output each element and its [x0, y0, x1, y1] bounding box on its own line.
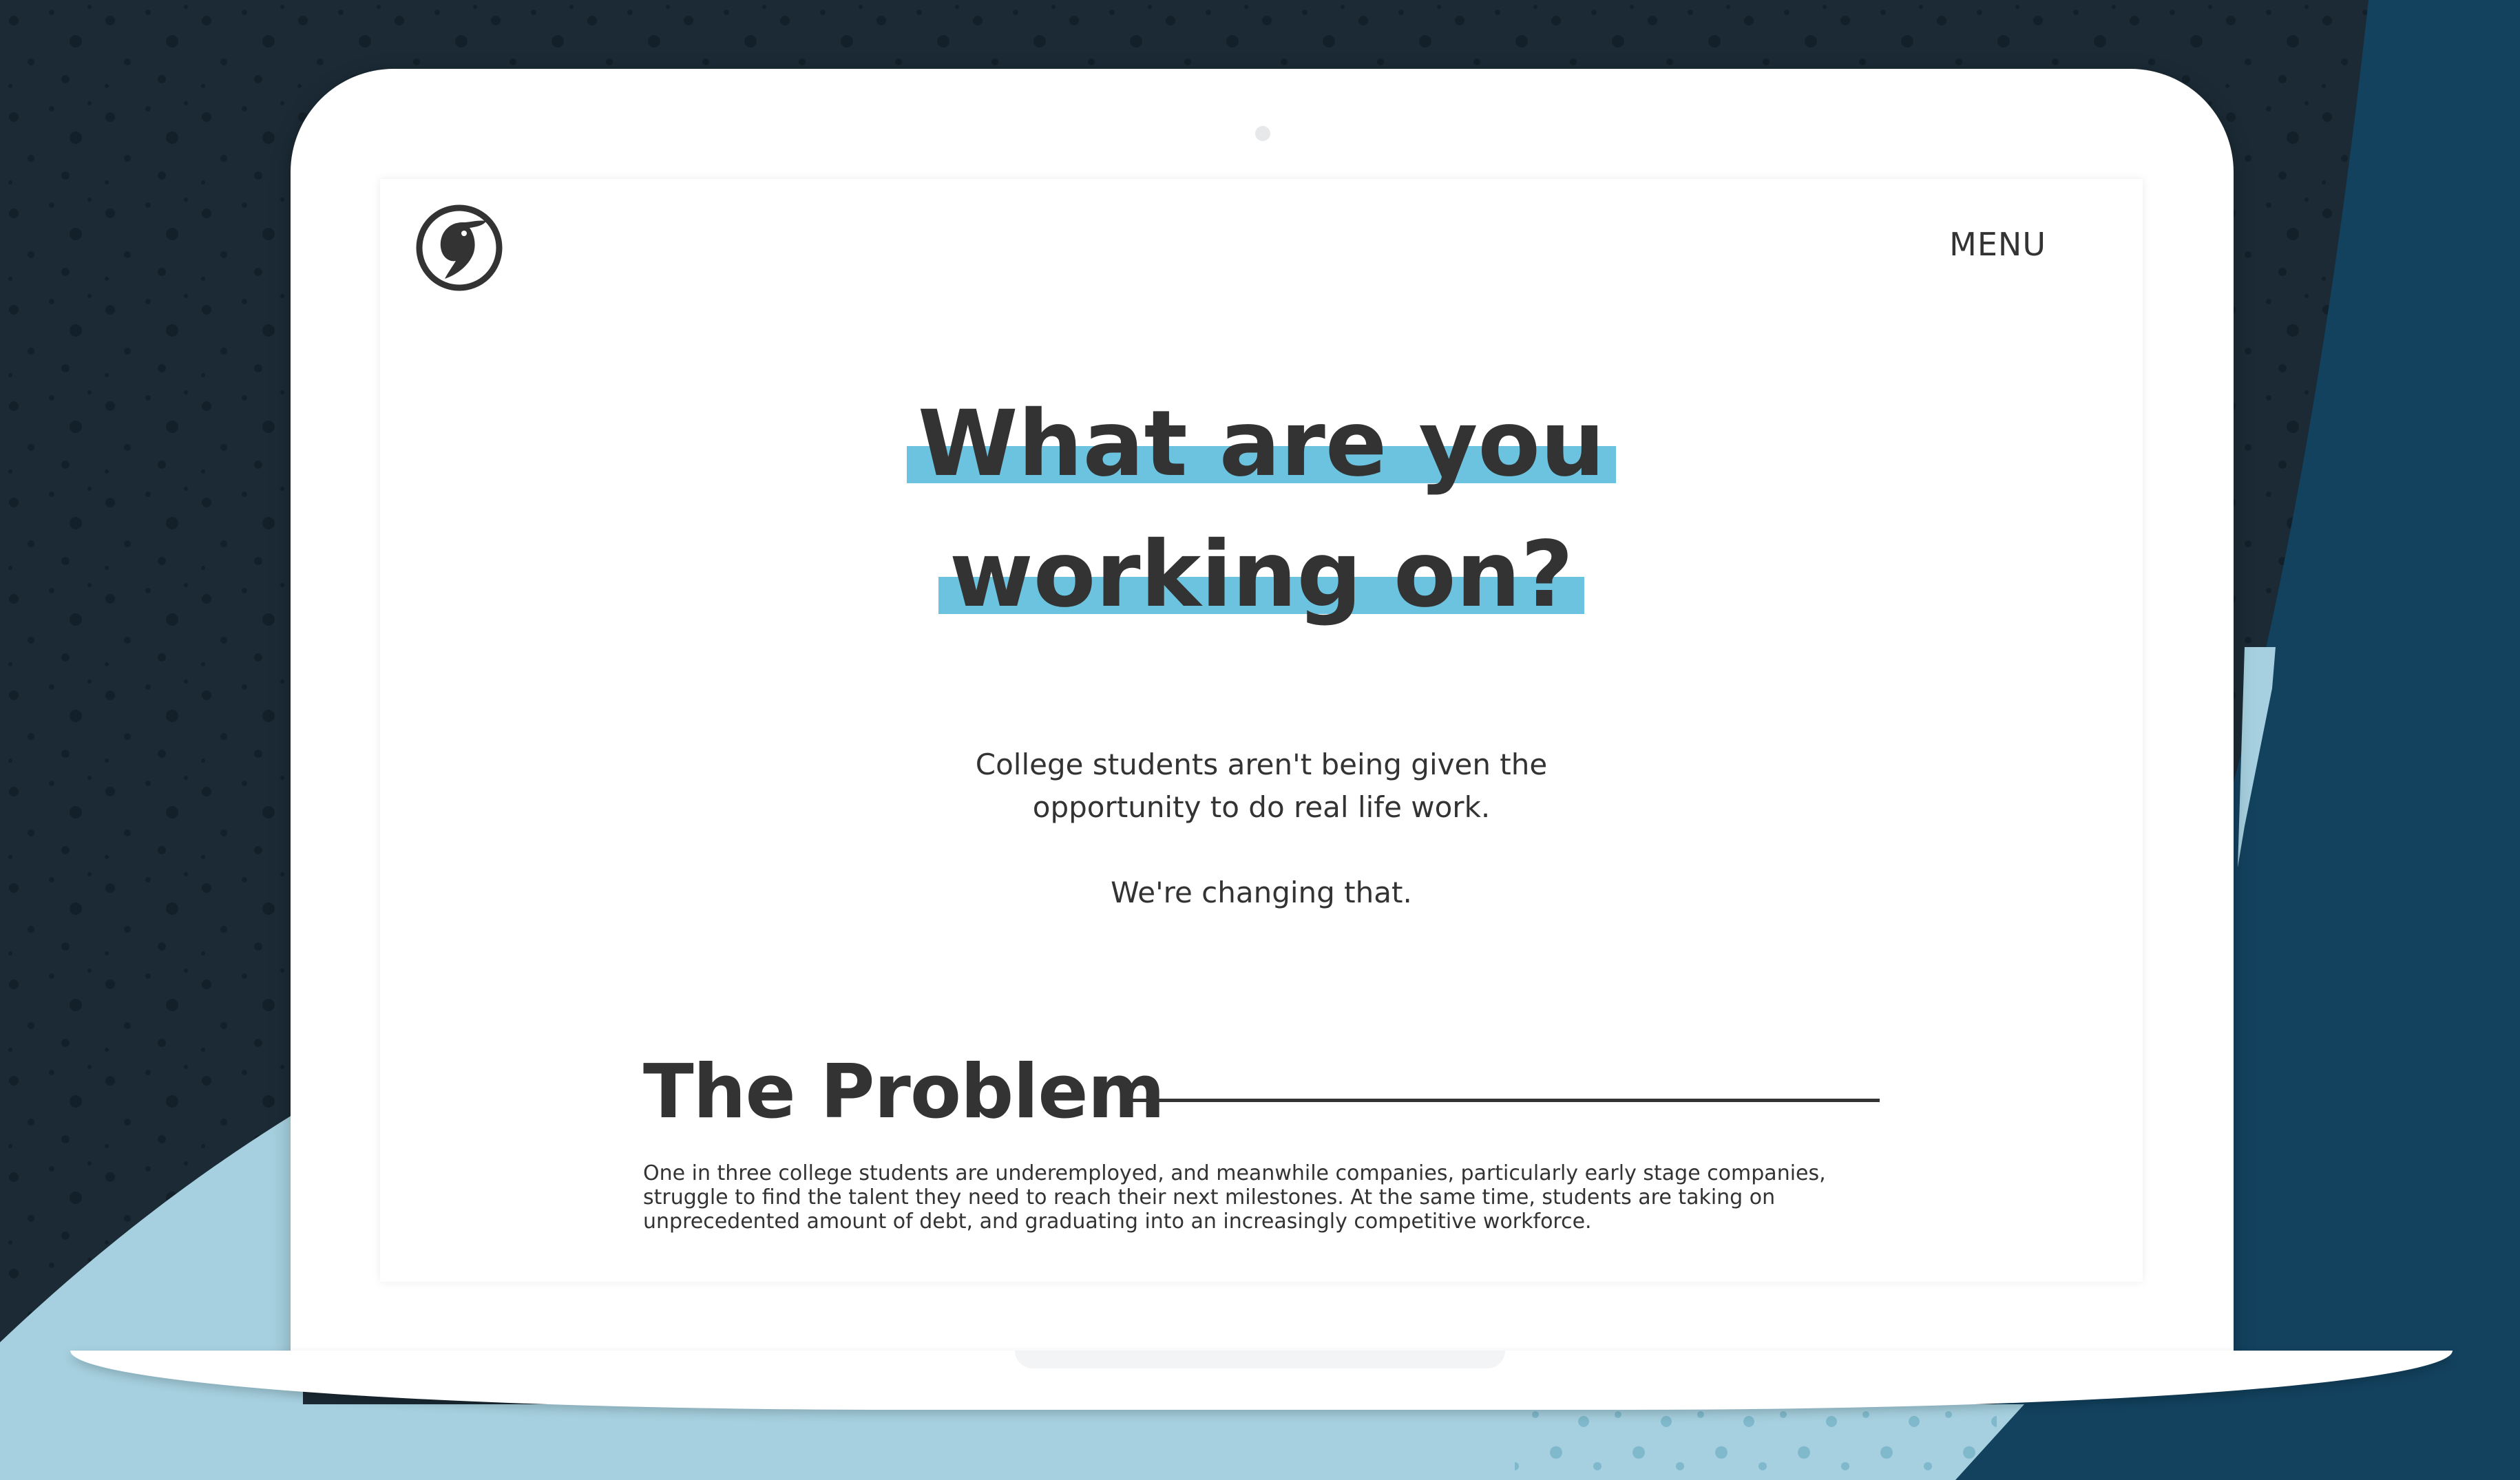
intro-lead-text: College students aren't being given the … [975, 748, 1548, 824]
hero-line-2: working on? [938, 509, 1585, 640]
laptop-camera [1255, 126, 1270, 141]
hero-line-1-text: What are you [917, 391, 1606, 497]
intro-lead: College students aren't being given the … [380, 743, 2143, 829]
problem-heading: The Problem [643, 1049, 1165, 1135]
intro-tagline: We're changing that. [1111, 876, 1412, 909]
hero-line-1: What are you [906, 379, 1617, 509]
website-screen: MENU What are you working on? College st… [380, 179, 2143, 1282]
light-speckle-texture [1515, 1404, 1997, 1480]
problem-divider [1131, 1099, 1880, 1102]
menu-button[interactable]: MENU [1949, 226, 2046, 263]
hero-headline: What are you working on? [380, 379, 2143, 640]
bird-head-logo-icon[interactable] [414, 203, 504, 293]
hero-line-2-text: working on? [949, 522, 1574, 628]
presentation-stage: MENU What are you working on? College st… [0, 0, 2520, 1480]
laptop-base-notch [1015, 1351, 1505, 1368]
problem-body: One in three college students are undere… [643, 1161, 1826, 1234]
